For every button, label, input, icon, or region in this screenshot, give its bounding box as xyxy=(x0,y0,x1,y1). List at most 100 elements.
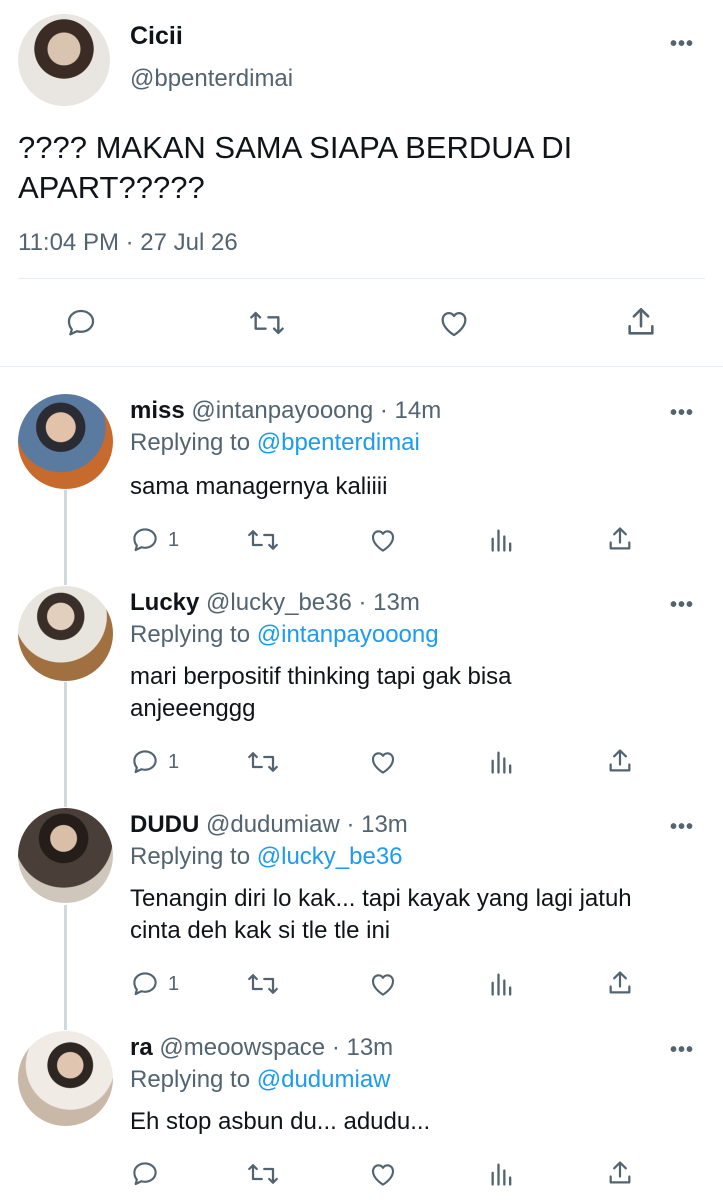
tweet-timestamp[interactable]: 11:04 PM · 27 Jul 26 xyxy=(18,229,238,257)
like-button[interactable] xyxy=(367,969,399,999)
replying-to-link[interactable]: @intanpayooong xyxy=(257,621,439,648)
avatar[interactable] xyxy=(18,586,113,681)
replying-to: Replying to @lucky_be36 xyxy=(130,841,403,873)
analytics-bars-icon xyxy=(491,529,512,552)
replying-to-link[interactable]: @dudumiaw xyxy=(257,1066,391,1093)
reply-header: ra @meoowspace · 13m xyxy=(130,1032,393,1064)
like-button[interactable] xyxy=(436,306,472,340)
analytics-button[interactable] xyxy=(488,525,516,555)
retweet-button[interactable] xyxy=(246,747,280,777)
author-name[interactable]: Lucky xyxy=(130,589,199,616)
share-button[interactable] xyxy=(606,1157,634,1189)
reply-text: Tenangin diri lo kak... tapi kayak yang … xyxy=(130,885,632,912)
more-dots-icon[interactable]: ••• xyxy=(670,34,694,54)
more-dots-icon[interactable]: ••• xyxy=(670,817,694,837)
avatar[interactable] xyxy=(18,808,113,903)
reply-header: miss @intanpayooong · 14m xyxy=(130,395,441,427)
author-name[interactable]: miss xyxy=(130,397,185,424)
share-upload-icon xyxy=(609,1161,631,1184)
analytics-button[interactable] xyxy=(488,1159,516,1189)
heart-icon xyxy=(371,1164,395,1186)
author-handle[interactable]: @lucky_be36 xyxy=(206,589,352,616)
like-button[interactable] xyxy=(367,1159,399,1189)
share-upload-icon xyxy=(609,527,631,550)
more-dots-icon[interactable]: ••• xyxy=(670,1040,694,1060)
analytics-bars-icon xyxy=(491,973,512,996)
replying-label: Replying to xyxy=(130,429,251,456)
reply-time[interactable]: · 13m xyxy=(359,589,420,616)
heart-icon xyxy=(371,530,395,552)
replying-to-link[interactable]: @bpenterdimai xyxy=(257,429,420,456)
reply-bubble-icon xyxy=(133,972,157,996)
reply-time[interactable]: · 13m xyxy=(332,1034,393,1061)
reply-button[interactable]: 1 xyxy=(130,969,179,999)
reply-time[interactable]: · 13m xyxy=(346,811,407,838)
tweet-text-line: ???? MAKAN SAMA SIAPA BERDUA DI xyxy=(18,130,573,165)
replying-to: Replying to @dudumiaw xyxy=(130,1064,391,1096)
thread-line xyxy=(64,905,67,1030)
reply-text: anjeeenggg xyxy=(130,695,256,722)
retweet-icon xyxy=(248,530,278,550)
reply-bubble-icon xyxy=(133,750,157,774)
retweet-button[interactable] xyxy=(246,969,280,999)
reply-header: Lucky @lucky_be36 · 13m xyxy=(130,587,420,619)
retweet-button[interactable] xyxy=(248,306,286,340)
tweet-text-line: APART????? xyxy=(18,170,205,205)
reply-count: 1 xyxy=(168,528,180,551)
heart-icon xyxy=(371,974,395,996)
author-name[interactable]: DUDU xyxy=(130,811,199,838)
author-handle[interactable]: @meoowspace xyxy=(159,1034,325,1061)
share-button[interactable] xyxy=(624,304,658,340)
replying-to: Replying to @bpenterdimai xyxy=(130,427,420,459)
reply-bubble-icon xyxy=(67,309,95,336)
reply-text: mari berpositif thinking tapi gak bisa xyxy=(130,663,512,690)
reply-time[interactable]: · 14m xyxy=(380,397,441,424)
avatar[interactable] xyxy=(18,394,113,489)
divider xyxy=(0,366,723,367)
avatar[interactable] xyxy=(18,1031,113,1126)
replying-label: Replying to xyxy=(130,843,251,870)
author-handle[interactable]: @dudumiaw xyxy=(206,811,340,838)
reply-button[interactable] xyxy=(64,306,98,340)
reply-text: cinta deh kak si tle tle ini xyxy=(130,917,391,944)
heart-icon xyxy=(441,311,467,337)
reply-text: sama managernya kaliiii xyxy=(130,473,388,500)
reply-text: Eh stop asbun du... adudu... xyxy=(130,1108,431,1135)
author-handle[interactable]: @intanpayooong xyxy=(191,397,373,424)
avatar[interactable] xyxy=(18,14,110,106)
author-name[interactable]: Cicii xyxy=(130,22,183,51)
retweet-icon xyxy=(250,311,284,335)
like-button[interactable] xyxy=(367,747,399,777)
reply-button[interactable]: 1 xyxy=(130,525,179,555)
thread-line xyxy=(64,682,67,807)
thread-line xyxy=(64,490,67,585)
share-button[interactable] xyxy=(606,523,634,555)
reply-count: 1 xyxy=(168,972,180,995)
analytics-button[interactable] xyxy=(488,969,516,999)
share-upload-icon xyxy=(628,307,654,335)
retweet-button[interactable] xyxy=(246,1159,280,1189)
replying-to-link[interactable]: @lucky_be36 xyxy=(257,843,403,870)
author-handle[interactable]: @bpenterdimai xyxy=(130,65,293,93)
replying-label: Replying to xyxy=(130,1066,251,1093)
heart-icon xyxy=(371,752,395,774)
more-dots-icon[interactable]: ••• xyxy=(670,403,694,423)
replying-to: Replying to @intanpayooong xyxy=(130,619,439,651)
reply-button[interactable]: 1 xyxy=(130,747,179,777)
like-button[interactable] xyxy=(367,525,399,555)
author-name[interactable]: ra xyxy=(130,1034,153,1061)
retweet-icon xyxy=(248,974,278,994)
more-dots-icon[interactable]: ••• xyxy=(670,595,694,615)
retweet-icon xyxy=(248,752,278,772)
retweet-button[interactable] xyxy=(246,525,280,555)
analytics-bars-icon xyxy=(491,751,512,774)
share-button[interactable] xyxy=(606,745,634,777)
reply-bubble-icon xyxy=(133,1162,157,1186)
replying-label: Replying to xyxy=(130,621,251,648)
retweet-icon xyxy=(248,1164,278,1184)
reply-button[interactable] xyxy=(130,1159,160,1189)
reply-bubble-icon xyxy=(133,528,157,552)
divider xyxy=(18,278,705,279)
analytics-button[interactable] xyxy=(488,747,516,777)
share-button[interactable] xyxy=(606,967,634,999)
